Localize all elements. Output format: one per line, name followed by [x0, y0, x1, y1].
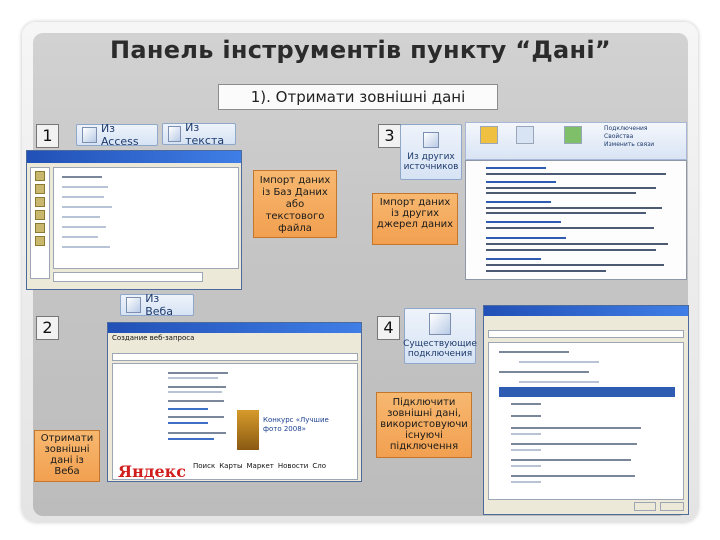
- existing-connections-icon: [429, 313, 451, 335]
- new-web-query-window: Создание веб-запроса Конкурс «Лучшие фот…: [107, 322, 362, 482]
- data-ribbon-strip: Подключения Свойства Изменить связи: [465, 122, 687, 160]
- slide-title: Панель інструментів пункту “Дані”: [109, 36, 611, 64]
- nav-search[interactable]: Поиск: [193, 462, 215, 470]
- from-other-sources-label: Из других источников: [403, 152, 459, 172]
- quadrant-2-caption: Отримати зовнішні дані із Веба: [34, 430, 100, 482]
- cancel-button[interactable]: [660, 502, 684, 511]
- from-access-label: Из Access: [100, 122, 139, 148]
- web-icon: [126, 297, 142, 313]
- quadrant-4-number: 4: [377, 316, 400, 340]
- quadrant-4-caption: Підключити зовнішні дані, використовуючи…: [376, 392, 472, 458]
- connection-type-dropdown[interactable]: [488, 330, 684, 338]
- quadrant-3-number: 3: [378, 124, 401, 148]
- from-text-label: Из текста: [185, 121, 225, 147]
- quadrant-2-number: 2: [36, 316, 59, 340]
- web-window-title: Создание веб-запроса: [112, 334, 195, 342]
- web-page-area: Конкурс «Лучшие фото 2008» Яндекс Поиск …: [112, 363, 358, 481]
- ribbon-refresh-icon: [480, 126, 498, 144]
- from-other-sources-button[interactable]: Из других источников: [400, 124, 462, 180]
- from-access-button[interactable]: Из Access: [76, 122, 158, 148]
- connections-list[interactable]: [488, 342, 684, 500]
- access-icon: [82, 127, 97, 143]
- from-text-button[interactable]: Из текста: [162, 121, 236, 147]
- nav-news[interactable]: Новости: [278, 462, 308, 470]
- slide-subtitle: 1). Отримати зовнішні дані: [218, 84, 498, 110]
- ribbon-connections-list: Подключения Свойства Изменить связи: [604, 125, 654, 149]
- other-sources-menu: [465, 160, 687, 280]
- existing-connections-label: Существующие подключения: [403, 339, 477, 359]
- edit-links-item[interactable]: Изменить связи: [604, 141, 654, 149]
- quadrant-1-caption: Імпорт даних із Баз Даних або текстового…: [253, 170, 337, 238]
- file-list[interactable]: [53, 167, 239, 269]
- ribbon-existing-icon: [516, 126, 534, 144]
- existing-connections-button[interactable]: Существующие подключения: [403, 308, 477, 364]
- existing-connections-window: [483, 305, 689, 515]
- from-web-label: Из Веба: [145, 292, 174, 318]
- connections-item[interactable]: Подключения: [604, 125, 654, 133]
- slide: Панель інструментів пункту “Дані” 1). От…: [0, 0, 720, 540]
- nav-maps[interactable]: Карты: [219, 462, 242, 470]
- promo-link[interactable]: Конкурс «Лучшие фото 2008»: [263, 416, 345, 434]
- open-button[interactable]: [634, 502, 656, 511]
- file-name-field[interactable]: [53, 272, 203, 282]
- ribbon-update-icon: [564, 126, 582, 144]
- yandex-logo: Яндекс: [118, 462, 186, 481]
- quadrant-1-number: 1: [36, 124, 59, 148]
- window-titlebar: [27, 151, 241, 163]
- promo-image: [237, 410, 259, 450]
- address-field[interactable]: [112, 353, 358, 361]
- other-sources-icon: [423, 132, 439, 148]
- nav-dictionary[interactable]: Сло: [312, 462, 326, 470]
- window-titlebar: [484, 306, 688, 316]
- window-titlebar: [108, 323, 361, 333]
- text-file-icon: [168, 126, 182, 142]
- select-data-source-window: [26, 150, 242, 290]
- selected-connection-row[interactable]: [499, 387, 675, 397]
- from-web-button[interactable]: Из Веба: [120, 292, 194, 318]
- places-bar: [30, 167, 50, 279]
- nav-market[interactable]: Маркет: [247, 462, 274, 470]
- yandex-nav: Поиск Карты Маркет Новости Сло: [193, 462, 326, 470]
- quadrant-3-caption: Імпорт даних із других джерел даних: [372, 193, 458, 245]
- properties-item[interactable]: Свойства: [604, 133, 654, 141]
